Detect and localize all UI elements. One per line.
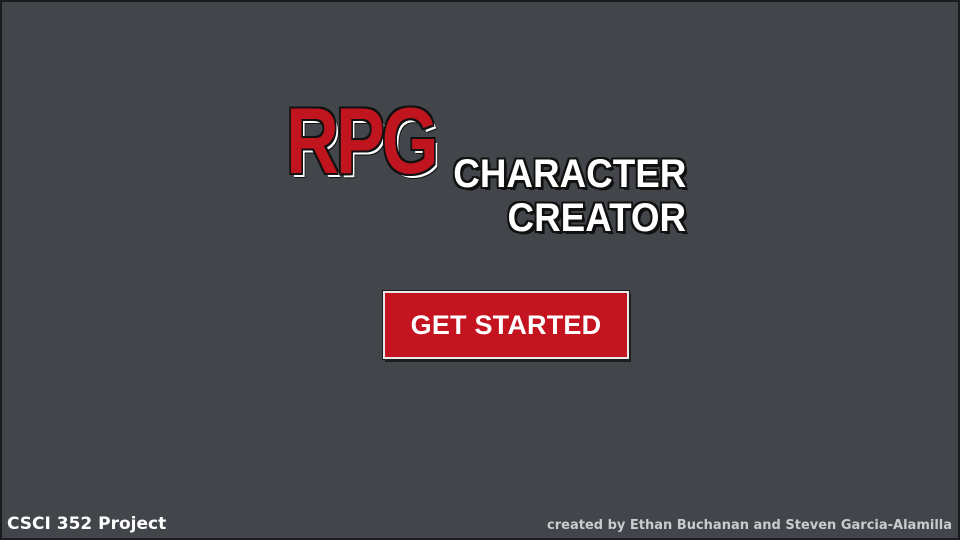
logo-creator-text: CREATOR: [507, 196, 686, 240]
project-label: CSCI 352 Project: [7, 514, 167, 534]
logo-character-text: CHARACTER: [452, 152, 686, 196]
title-screen: RPG CHARACTER CREATOR GET STARTED CSCI 3…: [2, 2, 958, 538]
logo-rpg-text: RPG: [286, 88, 439, 193]
credits-label: created by Ethan Buchanan and Steven Gar…: [547, 518, 952, 533]
game-logo: RPG CHARACTER CREATOR: [286, 94, 696, 244]
get-started-button[interactable]: GET STARTED: [383, 291, 629, 359]
